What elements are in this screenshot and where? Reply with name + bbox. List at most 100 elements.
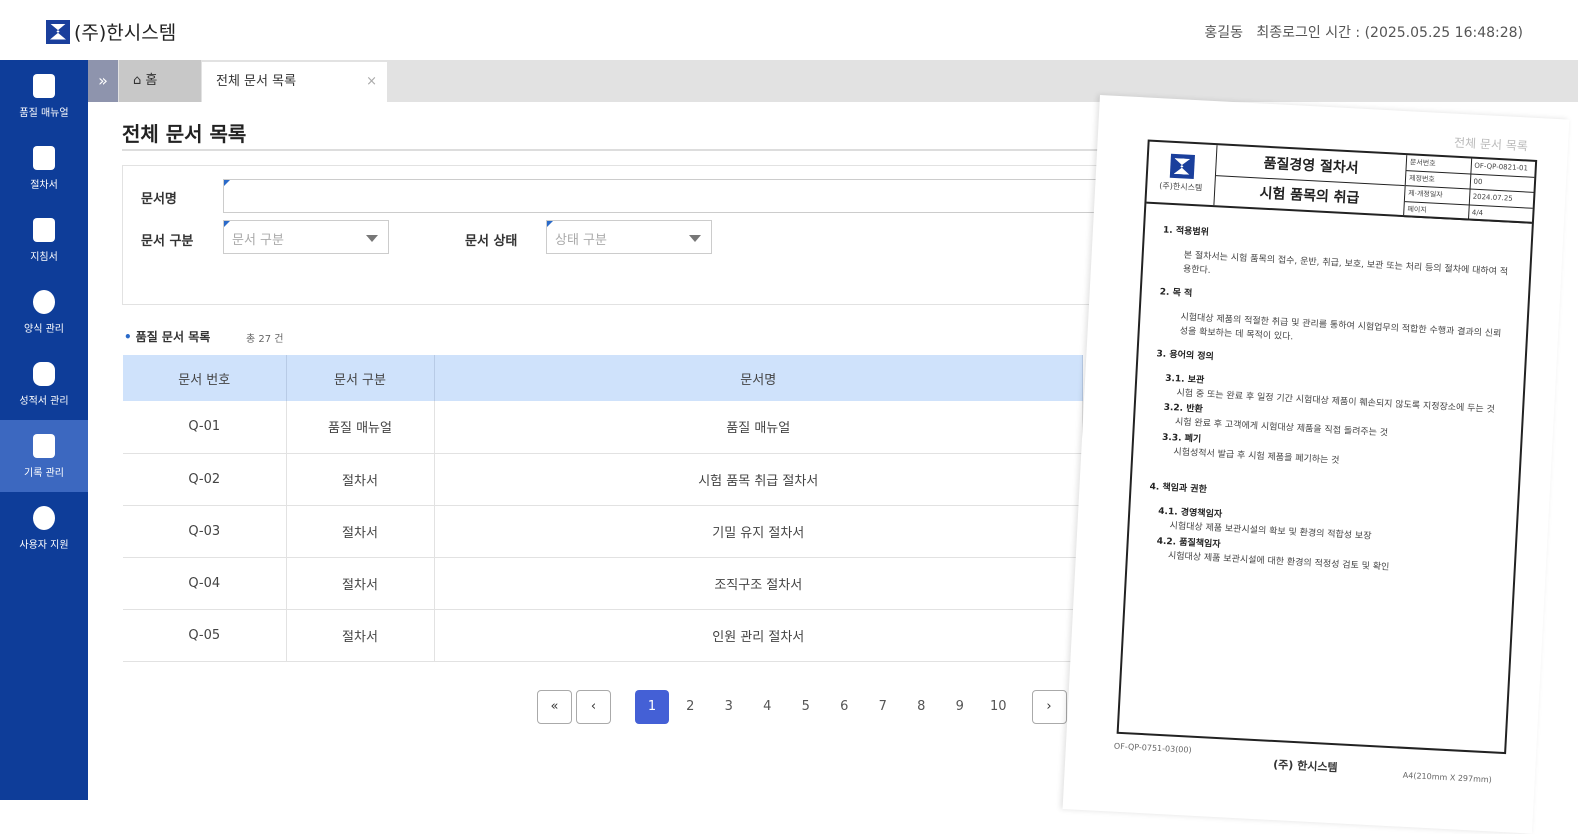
- page-4-button[interactable]: 4: [748, 690, 787, 724]
- list-count: 총 27 건: [246, 334, 284, 345]
- wallet-icon: [33, 217, 55, 242]
- page-8-button[interactable]: 8: [902, 690, 941, 724]
- page-5-button[interactable]: 5: [787, 690, 826, 724]
- page-2-button[interactable]: 2: [671, 690, 710, 724]
- tab-home[interactable]: ⌂ 홈: [119, 60, 201, 102]
- table-cell: 시험 품목 취급 절차서: [434, 453, 1083, 506]
- page-3-button[interactable]: 3: [710, 690, 749, 724]
- document-search-icon: [33, 433, 55, 458]
- document-name-label: 문서명: [141, 192, 177, 207]
- table-cell: Q-01: [123, 401, 287, 454]
- chevron-down-icon: [366, 235, 378, 242]
- meta-label: 페이지: [1404, 201, 1470, 220]
- user-name: 홍길동: [1204, 25, 1243, 41]
- sidebar-item-label: 양식 관리: [24, 323, 64, 335]
- document-status-label: 문서 상태: [465, 234, 518, 249]
- table-row[interactable]: Q-01 품질 매뉴얼 품질 매뉴얼: [123, 401, 1083, 454]
- sidebar-item-guidelines[interactable]: 지침서: [0, 204, 88, 276]
- sidebar-item-records[interactable]: 기록 관리: [0, 420, 88, 492]
- document-page: (주)한시스템 품질경영 절차서 시험 품목의 취급 문서번호 OF-QP-0821…: [1116, 139, 1538, 755]
- document-status-select[interactable]: 상태 구분: [546, 220, 712, 254]
- user-info: 홍길동 최종로그인 시간 : (2025.05.25 16:48:28): [1204, 22, 1523, 42]
- table-cell: 품질 매뉴얼: [286, 401, 435, 454]
- sidebar-item-label: 절차서: [30, 179, 58, 191]
- table-header: 문서 번호 문서 구분 문서명: [123, 355, 1083, 401]
- column-header[interactable]: 문서 구분: [286, 355, 435, 401]
- tab-document-list[interactable]: 전체 문서 목록 ×: [202, 62, 387, 102]
- tab-label: 전체 문서 목록: [216, 74, 297, 89]
- expand-sidebar-button[interactable]: »: [88, 60, 118, 102]
- table-cell: Q-05: [123, 609, 287, 662]
- column-header[interactable]: 문서 번호: [123, 355, 287, 401]
- sidebar-item-label: 기록 관리: [24, 467, 64, 479]
- table-cell: 조직구조 절차서: [434, 557, 1083, 610]
- table-cell: 절차서: [286, 557, 435, 610]
- select-placeholder: 상태 구분: [555, 233, 607, 248]
- checklist-icon: [33, 145, 55, 170]
- tab-label: 홈: [145, 73, 158, 88]
- sidebar: 품질 매뉴얼 절차서 지침서 양식 관리 성적서 관리 기록 관리 사용자 지원: [0, 60, 88, 800]
- page-9-button[interactable]: 9: [941, 690, 980, 724]
- footer-code: OF-QP-0751-03(00): [1113, 741, 1192, 755]
- table-cell: 기밀 유지 절차서: [434, 505, 1083, 558]
- company-name: (주)한시스템: [74, 22, 177, 44]
- page-1-button[interactable]: 1: [635, 690, 669, 724]
- last-login: 최종로그인 시간 : (2025.05.25 16:48:28): [1256, 25, 1523, 41]
- table-cell: 절차서: [286, 505, 435, 558]
- document-company: (주)한시스템: [1159, 181, 1203, 193]
- page-10-button[interactable]: 10: [979, 690, 1018, 724]
- page-7-button[interactable]: 7: [864, 690, 903, 724]
- list-title: 품질 문서 목록: [124, 328, 211, 345]
- sidebar-item-label: 품질 매뉴얼: [19, 107, 69, 119]
- table-row[interactable]: Q-02 절차서 시험 품목 취급 절차서: [123, 453, 1083, 506]
- document-table: 문서 번호 문서 구분 문서명 Q-01 품질 매뉴얼 품질 매뉴얼 Q-02 절차서 시…: [123, 355, 1083, 662]
- document-type-select[interactable]: 문서 구분: [223, 220, 389, 254]
- table-row[interactable]: Q-03 절차서 기밀 유지 절차서: [123, 505, 1083, 558]
- logo-icon: [46, 19, 70, 44]
- sidebar-item-support[interactable]: 사용자 지원: [0, 492, 88, 564]
- table-cell: 절차서: [286, 609, 435, 662]
- document-meta: 문서번호 OF-QP-0821-01 제정번호 00 제·개정일자 2024.07.25 페…: [1404, 155, 1536, 224]
- footer-size: A4(210mm X 297mm): [1402, 770, 1493, 785]
- top-header: (주)한시스템 홍길동 최종로그인 시간 : (2025.05.25 16:48…: [0, 0, 1578, 60]
- table-row[interactable]: Q-05 절차서 인원 관리 절차서: [123, 609, 1083, 662]
- table-cell: 품질 매뉴얼: [434, 401, 1083, 454]
- award-icon: [33, 289, 55, 314]
- company-logo[interactable]: (주)한시스템: [46, 18, 176, 45]
- meta-value: 4/4: [1471, 208, 1484, 217]
- ghost-title: 전체 문서 목록: [1453, 135, 1529, 154]
- sidebar-item-label: 사용자 지원: [19, 539, 69, 551]
- next-page-button[interactable]: ›: [1031, 690, 1067, 724]
- home-icon: ⌂: [133, 73, 142, 88]
- sidebar-item-label: 성적서 관리: [19, 395, 69, 407]
- table-cell: Q-04: [123, 557, 287, 610]
- first-page-button[interactable]: «: [537, 690, 572, 724]
- chevron-down-icon: [689, 235, 701, 242]
- sidebar-item-procedures[interactable]: 절차서: [0, 132, 88, 204]
- footer-company: (주) 한시스템: [1272, 757, 1338, 775]
- table-row[interactable]: Q-04 절차서 조직구조 절차서: [123, 557, 1083, 610]
- tab-bar: » ⌂ 홈 전체 문서 목록 ×: [88, 60, 1578, 102]
- sidebar-item-reports[interactable]: 성적서 관리: [0, 348, 88, 420]
- sidebar-item-quality-manual[interactable]: 품질 매뉴얼: [0, 60, 88, 132]
- divider: [122, 149, 1102, 151]
- section-text: 시험대상 제품의 적절한 취급 및 관리를 통하여 시험업무의 적합한 수행과 …: [1179, 312, 1502, 343]
- column-header[interactable]: 문서명: [434, 355, 1083, 401]
- page-title: 전체 문서 목록: [122, 122, 247, 146]
- section-text: 본 절차서는 시험 품목의 접수, 운반, 취급, 보호, 보관 또는 처리 등…: [1182, 250, 1509, 278]
- table-cell: 절차서: [286, 453, 435, 506]
- search-panel: 문서명 문서 구분 문서 구분 문서 상태 상태 구분: [122, 165, 1103, 305]
- user-icon: [33, 505, 55, 530]
- prev-page-button[interactable]: ‹: [576, 690, 611, 724]
- page-6-button[interactable]: 6: [825, 690, 864, 724]
- document-body: 1. 적용범위 본 절차서는 시험 품목의 접수, 운반, 취급, 보호, 보관 …: [1127, 204, 1532, 593]
- sidebar-item-label: 지침서: [30, 251, 58, 263]
- pagination: « ‹ 1 2 3 4 5 6 7 8 9 10 ›: [537, 690, 1071, 724]
- sidebar-item-forms[interactable]: 양식 관리: [0, 276, 88, 348]
- document-preview: 전체 문서 목록 (주)한시스템 품질경영 절차서 시험 품목의 취급 문서번호 O…: [1062, 95, 1570, 834]
- document-name-input[interactable]: [223, 179, 1103, 213]
- logo-icon: [1169, 153, 1195, 179]
- table-cell: Q-02: [123, 453, 287, 506]
- document-logo: (주)한시스템: [1146, 141, 1218, 206]
- close-icon[interactable]: ×: [366, 62, 377, 102]
